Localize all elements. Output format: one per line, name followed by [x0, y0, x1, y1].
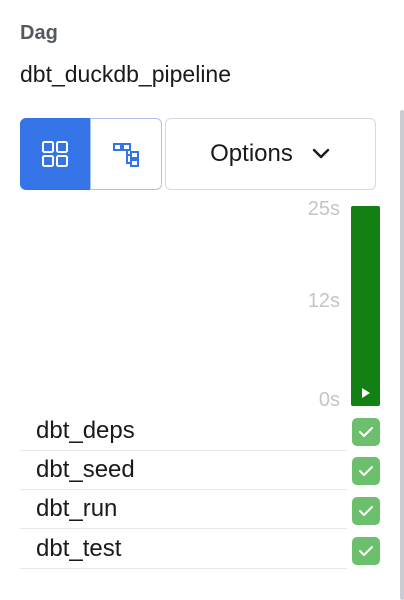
grid-icon	[42, 141, 68, 167]
check-icon	[359, 506, 373, 516]
dag-panel: Dag dbt_duckdb_pipeline Options 25s 12s …	[0, 0, 404, 600]
scrollbar[interactable]	[400, 110, 404, 600]
task-label: dbt_seed	[36, 456, 135, 483]
task-row-dbt-seed[interactable]: dbt_seed	[20, 451, 347, 490]
task-status-dbt-run[interactable]	[352, 497, 380, 525]
dag-name: dbt_duckdb_pipeline	[20, 61, 232, 87]
check-icon	[359, 427, 373, 437]
options-dropdown[interactable]: Options	[165, 118, 376, 190]
check-icon	[359, 466, 373, 476]
axis-tick-max: 25s	[307, 198, 340, 220]
task-row-dbt-run[interactable]: dbt_run	[20, 490, 347, 529]
options-label: Options	[210, 140, 293, 167]
axis-tick-zero: 0s	[318, 389, 340, 411]
check-icon	[359, 546, 373, 556]
chevron-down-icon	[312, 148, 330, 159]
task-label: dbt_run	[36, 495, 118, 522]
task-row-dbt-test[interactable]: dbt_test	[20, 530, 347, 569]
run-duration-bar[interactable]	[351, 206, 380, 406]
task-label: dbt_deps	[36, 417, 135, 444]
section-label: Dag	[20, 22, 58, 44]
task-status-dbt-seed[interactable]	[352, 457, 380, 485]
play-icon	[362, 388, 370, 398]
grid-view-button[interactable]	[20, 118, 90, 190]
task-status-dbt-deps[interactable]	[352, 418, 380, 446]
task-label: dbt_test	[36, 535, 122, 562]
task-row-dbt-deps[interactable]: dbt_deps	[20, 412, 347, 451]
graph-icon	[113, 143, 139, 167]
task-status-dbt-test[interactable]	[352, 537, 380, 565]
graph-view-button[interactable]	[90, 118, 162, 190]
axis-tick-mid: 12s	[307, 290, 340, 312]
